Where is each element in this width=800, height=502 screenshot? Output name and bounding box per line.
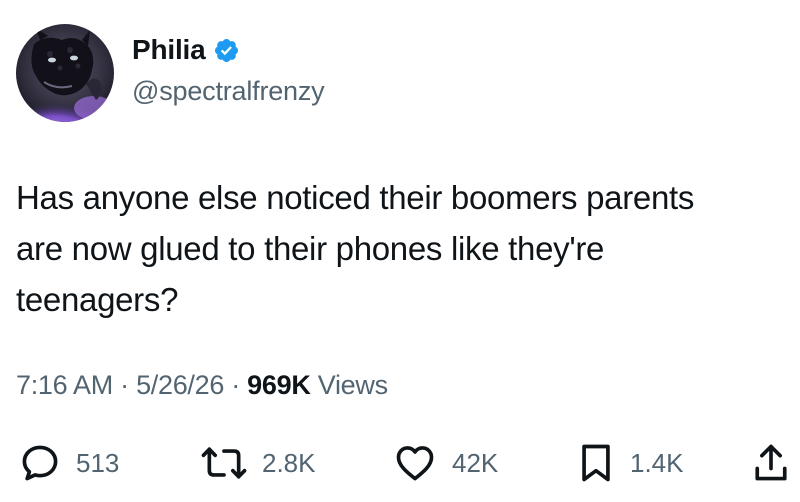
avatar[interactable] (16, 24, 114, 122)
reply-icon (22, 445, 58, 481)
views-label: Views (310, 370, 388, 400)
reply-count: 513 (76, 447, 120, 478)
tweet-text: Has anyone else noticed their boomers pa… (16, 179, 695, 318)
action-bar: 513 2.8K 42K 1.4K (0, 438, 800, 488)
share-button[interactable] (752, 438, 790, 488)
bookmark-icon (582, 444, 610, 482)
user-handle[interactable]: @spectralfrenzy (132, 76, 325, 107)
share-icon (755, 444, 787, 481)
reply-button[interactable]: 513 (18, 438, 119, 488)
like-button[interactable]: 42K (392, 438, 498, 488)
panther-avatar-icon (16, 24, 114, 122)
retweet-button[interactable]: 2.8K (200, 438, 316, 488)
author-name-row[interactable]: Philia (132, 33, 240, 67)
heart-icon (396, 446, 434, 481)
display-name[interactable]: Philia (132, 34, 206, 66)
bookmark-count: 1.4K (630, 447, 684, 478)
retweet-icon (201, 447, 247, 479)
meta-separator: · (224, 370, 248, 400)
tweet-date[interactable]: 5/26/26 (136, 370, 224, 400)
verified-badge-icon[interactable] (213, 37, 240, 64)
tweet-time[interactable]: 7:16 AM (16, 370, 113, 400)
bookmark-button[interactable]: 1.4K (576, 438, 684, 488)
meta-separator: · (112, 370, 137, 400)
like-count: 42K (452, 447, 499, 478)
retweet-count: 2.8K (262, 447, 316, 478)
tweet-meta: 7:16 AM · 5/26/26 · 969K Views (16, 370, 388, 401)
views-count: 969K (247, 370, 311, 400)
